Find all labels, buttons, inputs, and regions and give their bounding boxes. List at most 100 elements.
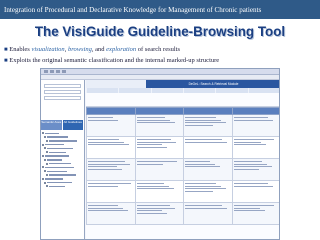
nav-button[interactable] xyxy=(216,88,248,93)
bullet-item-2: ■ Exploits the original semantic classif… xyxy=(4,56,220,64)
cell-text-line xyxy=(233,161,262,163)
bullet-icon: ■ xyxy=(4,47,8,53)
tree-node-label xyxy=(45,166,74,169)
nav-button[interactable] xyxy=(119,88,151,93)
table-cell xyxy=(134,180,184,203)
tree-node-label xyxy=(45,178,63,180)
nav-button[interactable] xyxy=(248,88,279,93)
table-cell xyxy=(231,114,279,137)
tree-node-label xyxy=(45,143,64,146)
nav-button[interactable] xyxy=(87,88,119,93)
slide-title: The VisiGuide Guideline-Browsing Tool xyxy=(34,24,286,39)
tree-node-label xyxy=(45,155,69,157)
table-cell xyxy=(231,136,279,159)
checkbox-icon[interactable] xyxy=(44,136,46,139)
cell-text-line xyxy=(233,183,268,185)
column-header[interactable] xyxy=(231,107,279,115)
results-table xyxy=(86,107,279,225)
checkbox-icon[interactable] xyxy=(44,170,46,173)
checkbox-icon[interactable] xyxy=(44,181,46,184)
tab-all-guidelines[interactable]: All Guidelines xyxy=(62,120,84,130)
cell-text-line xyxy=(233,117,269,119)
nav-button[interactable] xyxy=(183,88,216,93)
column-header[interactable] xyxy=(134,107,184,115)
cell-text-line xyxy=(88,205,119,207)
cell-text-line xyxy=(136,205,171,207)
table-cell xyxy=(134,136,184,159)
column-header[interactable] xyxy=(183,107,233,115)
table-cell xyxy=(183,180,233,203)
left-tabs: Semantic Axes All Guidelines xyxy=(41,120,84,130)
checkbox-icon[interactable] xyxy=(42,132,44,135)
nav-button[interactable] xyxy=(151,88,183,93)
cell-text-line xyxy=(233,163,267,165)
cell-text-line xyxy=(136,210,162,212)
cell-text-line xyxy=(88,168,122,170)
cell-text-line xyxy=(136,163,164,165)
table-row[interactable] xyxy=(86,114,279,137)
table-cell xyxy=(86,158,136,181)
bullet-icon: ■ xyxy=(4,57,8,64)
cell-text-line xyxy=(233,119,274,121)
tree-node-label xyxy=(47,170,67,172)
cell-text-line xyxy=(233,207,261,209)
table-row[interactable] xyxy=(86,158,279,181)
cell-text-line xyxy=(136,183,165,185)
cell-text-line xyxy=(88,117,114,119)
keyword-visualization: visualization xyxy=(31,46,65,53)
checkbox-icon[interactable] xyxy=(42,143,44,146)
cell-text-line xyxy=(88,207,124,209)
checkbox-icon[interactable] xyxy=(42,177,44,180)
tree-node[interactable] xyxy=(42,185,83,189)
cell-text-line xyxy=(88,185,118,187)
cell-text-line xyxy=(185,139,223,141)
checkbox-icon[interactable] xyxy=(46,162,48,165)
table-row[interactable] xyxy=(86,202,279,225)
table-cell xyxy=(231,180,279,203)
checkbox-icon[interactable] xyxy=(44,158,46,161)
table-cell xyxy=(183,202,233,225)
checkbox-icon[interactable] xyxy=(42,166,44,169)
banner-title: DeGeL: Search & Retrieval Module xyxy=(146,80,279,88)
table-row[interactable] xyxy=(86,136,279,159)
tree-node-label xyxy=(47,147,73,150)
table-cell xyxy=(134,202,184,225)
tree-node-label xyxy=(47,181,72,184)
cell-text-line xyxy=(88,163,130,165)
table-row[interactable] xyxy=(86,180,279,203)
cell-text-line xyxy=(88,119,119,121)
cell-text-line xyxy=(233,205,274,207)
bullet-item-1: ■ Enables visualization, browsing, and e… xyxy=(4,46,180,53)
tree-node-label xyxy=(49,140,77,142)
checkbox-icon[interactable] xyxy=(46,139,48,142)
cell-text-line xyxy=(185,141,228,143)
table-cell xyxy=(134,114,184,137)
cell-text-line xyxy=(136,117,165,119)
tab-semantic-axes[interactable]: Semantic Axes xyxy=(41,120,63,130)
search-panel xyxy=(41,80,84,120)
search-field[interactable] xyxy=(44,84,81,88)
cell-text-line xyxy=(136,212,167,214)
checkbox-icon[interactable] xyxy=(42,155,44,158)
cell-text-line xyxy=(136,161,177,163)
cell-text-line xyxy=(136,139,171,141)
checkbox-icon[interactable] xyxy=(46,151,48,154)
cell-text-line xyxy=(136,144,163,146)
tree-node-label xyxy=(45,132,59,135)
cell-text-line xyxy=(233,166,272,168)
cell-text-line xyxy=(233,185,273,187)
search-field-3[interactable] xyxy=(44,96,81,100)
table-cell xyxy=(86,114,136,137)
checkbox-icon[interactable] xyxy=(46,185,48,188)
checkbox-icon[interactable] xyxy=(46,174,48,177)
cell-text-line xyxy=(88,144,129,146)
cell-text-line xyxy=(88,161,125,163)
checkbox-icon[interactable] xyxy=(44,147,46,150)
cell-text-line xyxy=(185,163,216,165)
cell-text-line xyxy=(233,141,261,143)
cell-text-line xyxy=(185,183,216,185)
column-header[interactable] xyxy=(86,107,136,115)
search-field-2[interactable] xyxy=(44,90,81,94)
cell-text-line xyxy=(88,210,129,212)
bullet-list: ■ Enables visualization, browsing, and e… xyxy=(4,45,219,66)
